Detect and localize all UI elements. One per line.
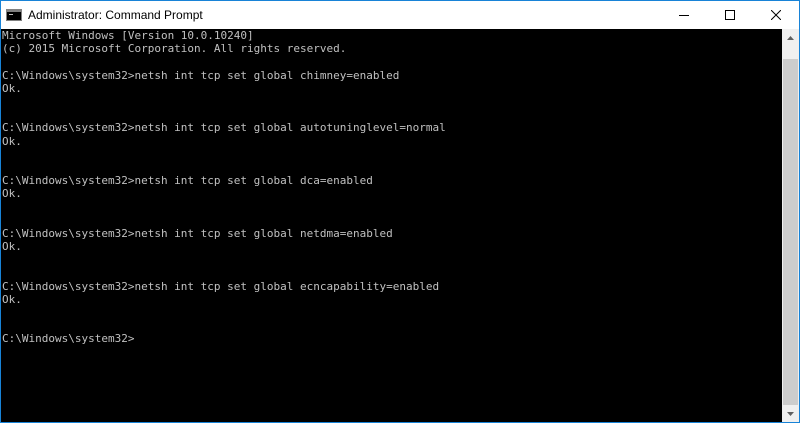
- console-line: Ok.: [2, 240, 22, 253]
- scroll-up-button[interactable]: [782, 29, 799, 46]
- scroll-down-button[interactable]: [782, 405, 799, 422]
- console-line: (c) 2015 Microsoft Corporation. All righ…: [2, 42, 347, 56]
- console-line: Ok.: [2, 187, 22, 201]
- console-line: Ok.: [2, 81, 22, 95]
- minimize-button[interactable]: [661, 1, 707, 29]
- maximize-icon: [725, 10, 735, 20]
- console-line: Ok.: [2, 134, 22, 148]
- close-button[interactable]: [753, 1, 799, 29]
- vertical-scrollbar[interactable]: [782, 29, 799, 422]
- console-line: C:\Windows\system32>netsh int tcp set gl…: [2, 226, 393, 240]
- console-line: Microsoft Windows [Version 10.0.10240]: [2, 29, 254, 42]
- console-line: C:\Windows\system32>: [2, 332, 135, 346]
- console-line: C:\Windows\system32>netsh int tcp set gl…: [2, 279, 440, 293]
- minimize-icon: [679, 15, 689, 16]
- cmd-icon[interactable]: [6, 9, 22, 21]
- console-line: C:\Windows\system32>netsh int tcp set gl…: [2, 174, 373, 188]
- maximize-button[interactable]: [707, 1, 753, 29]
- scroll-up-arrow-icon: [787, 35, 794, 40]
- console-line: Ok.: [2, 292, 22, 306]
- command-prompt-window: Administrator: Command Prompt Microsoft …: [0, 0, 800, 423]
- scroll-thumb[interactable]: [783, 59, 798, 405]
- window-title: Administrator: Command Prompt: [28, 8, 203, 22]
- console-line: C:\Windows\system32>netsh int tcp set gl…: [2, 68, 400, 82]
- title-bar[interactable]: Administrator: Command Prompt: [1, 1, 799, 29]
- scroll-down-arrow-icon: [787, 411, 794, 416]
- close-icon: [771, 10, 781, 20]
- console-line: C:\Windows\system32>netsh int tcp set gl…: [2, 121, 446, 135]
- console-lines: Microsoft Windows [Version 10.0.10240] (c…: [1, 29, 782, 346]
- console-output[interactable]: Microsoft Windows [Version 10.0.10240] (c…: [1, 29, 782, 422]
